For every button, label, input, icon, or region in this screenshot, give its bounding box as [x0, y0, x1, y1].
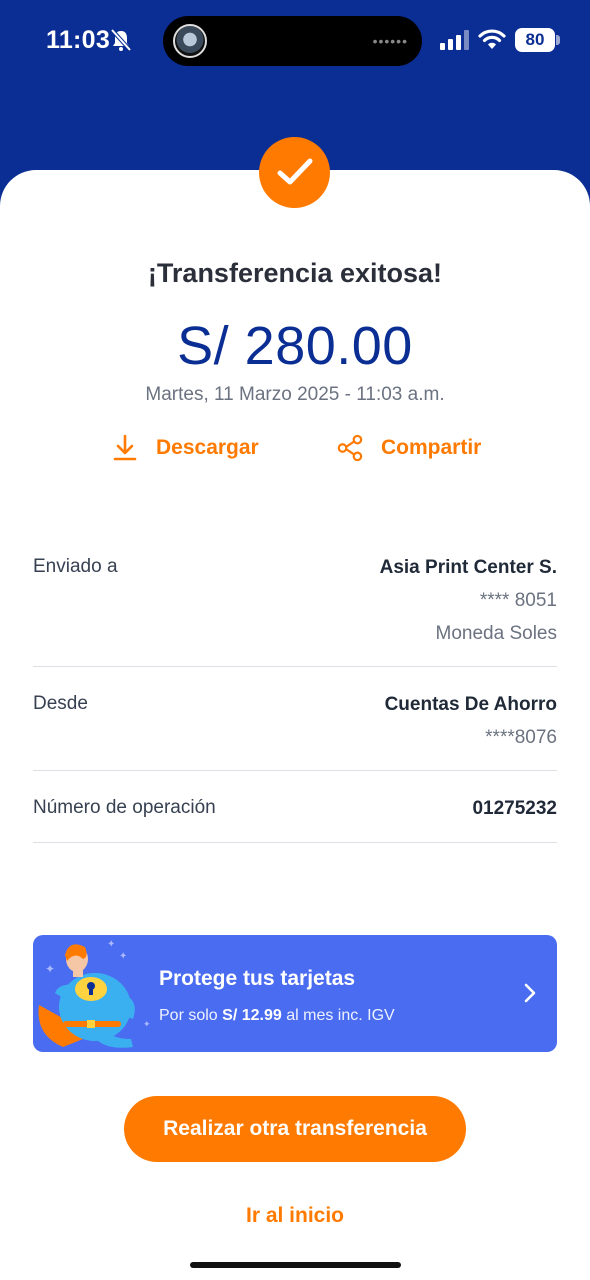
superhero-illustration: ✦ ✦ ✦ ✦ [38, 939, 151, 1048]
divider [33, 842, 557, 843]
transfer-amount: S/ 280.00 [177, 316, 413, 376]
detail-row-sent-to: Enviado a Asia Print Center S. **** 8051… [33, 551, 557, 651]
battery-tip [556, 35, 560, 45]
success-check-icon [259, 137, 330, 208]
sent-to-label: Enviado a [33, 556, 118, 577]
promo-sub-suffix: al mes inc. IGV [286, 1007, 395, 1024]
svg-text:✦: ✦ [107, 939, 115, 950]
island-dots-icon: •••••• [372, 33, 408, 49]
svg-text:✦: ✦ [119, 951, 127, 962]
share-label: Compartir [381, 436, 482, 459]
wifi-icon [478, 29, 506, 49]
detail-row-from: Desde Cuentas De Ahorro ****8076 [33, 688, 557, 758]
download-icon [112, 434, 138, 462]
status-time: 11:03 [46, 26, 111, 54]
share-icon [337, 434, 363, 462]
bell-off-icon [110, 28, 132, 52]
sent-to-values: Asia Print Center S. **** 8051 Moneda So… [380, 551, 557, 650]
signal-icon [440, 30, 469, 50]
recipient-currency: Moneda Soles [435, 623, 557, 644]
dynamic-island: •••••• [163, 16, 422, 66]
promo-sub-prefix: Por solo [159, 1007, 218, 1024]
go-home-link[interactable]: Ir al inicio [0, 1204, 590, 1228]
from-values: Cuentas De Ahorro ****8076 [385, 688, 557, 754]
recipient-account: **** 8051 [479, 590, 557, 611]
chevron-right-icon [524, 983, 536, 1003]
promo-subtitle: Por solo S/ 12.99 al mes inc. IGV [159, 1007, 395, 1025]
svg-text:✦: ✦ [143, 1020, 151, 1030]
transfer-datetime: Martes, 11 Marzo 2025 - 11:03 a.m. [145, 384, 445, 405]
detail-row-operation: Número de operación 01275232 [33, 792, 557, 832]
download-button[interactable]: Descargar [112, 430, 259, 466]
another-transfer-button[interactable]: Realizar otra transferencia [124, 1096, 466, 1162]
share-button[interactable]: Compartir [337, 430, 481, 466]
operation-number: 01275232 [472, 798, 557, 819]
promo-price: S/ 12.99 [222, 1007, 282, 1024]
operation-label: Número de operación [33, 797, 216, 818]
svg-text:✦: ✦ [45, 962, 55, 976]
home-indicator [190, 1262, 401, 1268]
battery-icon: 80 [515, 28, 555, 52]
source-account-type: Cuentas De Ahorro [384, 694, 557, 715]
island-avatar [173, 24, 207, 58]
divider [33, 666, 557, 667]
source-account: ****8076 [485, 727, 557, 748]
promo-title: Protege tus tarjetas [159, 967, 356, 990]
download-label: Descargar [156, 436, 259, 459]
operation-values: 01275232 [472, 792, 557, 825]
divider [33, 770, 557, 771]
recipient-name: Asia Print Center S. [379, 557, 557, 578]
from-label: Desde [33, 693, 88, 714]
page-title: ¡Transferencia exitosa! [147, 258, 443, 288]
promo-banner[interactable]: ✦ ✦ ✦ ✦ Protege tus tarjetas Por solo S/… [33, 935, 557, 1052]
